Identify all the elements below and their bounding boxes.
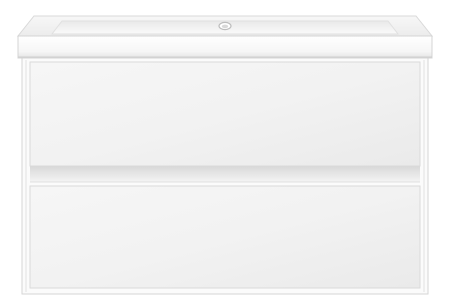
top-drawer-front: [29, 61, 421, 167]
vanity-unit-illustration: [16, 15, 434, 295]
product-image: [0, 0, 450, 307]
bottom-drawer-front: [29, 185, 421, 289]
basin-front-lip: [17, 35, 433, 59]
drawer-gap: [30, 166, 420, 182]
